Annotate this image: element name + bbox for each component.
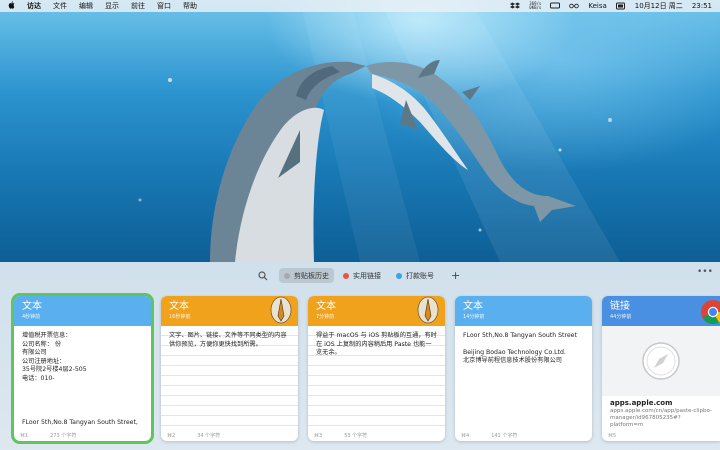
glasses-icon[interactable] [569,2,580,10]
card-char-count: 141 个字符 [491,433,518,439]
tab-label: 剪贴板历史 [294,271,329,280]
content-line: 公司注册地址： [22,357,66,365]
card-content: 增值税开票信息： 公司名称： 份 有限公司 公司注册地址： 35号院2号楼4层2… [14,326,151,434]
menu-app-name[interactable]: 访达 [27,1,41,11]
card-footer: ⌘5 [602,430,720,441]
card-shortcut: ⌘3 [314,432,323,439]
card-time: 4秒钟前 [22,314,41,320]
card-header: 链接 44分钟前 [602,296,720,326]
chrome-icon [701,300,720,325]
battery-icon[interactable] [615,2,626,10]
card-footer: ⌘2 34 个字符 [161,430,298,441]
card-char-count: 273 个字符 [50,433,77,439]
card-time: 44分钟前 [610,314,632,320]
card-header: 文本 7分钟前 [308,296,445,326]
network-stats[interactable]: 369/s 0KB/s [529,2,541,10]
content-line: Beijing Bodao Technology Co.Ltd. [463,348,566,356]
menu-bar: 访达 文件 编辑 显示 前往 窗口 帮助 369/s 0KB/s Keisa 1… [0,0,720,12]
content-line: 35号院2号楼4层2-505 [22,366,87,373]
card-time: 14分钟前 [463,314,485,320]
card-footer: ⌘3 53 个字符 [308,430,445,441]
link-url: apps.apple.com/cn/app/paste-clipbo-manag… [610,408,712,428]
content-line: 增值税开票信息： [22,332,72,339]
card-shortcut: ⌘2 [167,432,176,439]
pen-app-icon [417,296,439,324]
clip-card-1[interactable]: 文本 4秒钟前 增值税开票信息： 公司名称： 份 有限公司 公司注册地址： 35… [11,293,154,444]
tab-useful-links[interactable]: 实用链接 [338,268,386,283]
card-type: 文本 [463,301,483,312]
content-line: 有限公司 [22,349,47,356]
card-content: 文字、图片、链接、文件等不同类型的内容供你预览，方便你更快找到所需。 [161,326,298,426]
card-footer: ⌘1 273 个字符 [14,430,151,441]
apple-menu[interactable] [8,1,15,11]
card-char-count: 53 个字符 [344,433,368,439]
card-header: 文本 4秒钟前 [14,296,151,326]
display-icon[interactable] [550,2,561,10]
clip-card-4[interactable]: 文本 14分钟前 FLoor 5th,No.8 Tangyan South St… [455,296,592,441]
card-footer: ⌘4 141 个字符 [455,430,592,441]
menu-go[interactable]: 前往 [131,1,145,11]
tab-clipboard-history[interactable]: 剪贴板历史 [279,268,334,283]
content-line: 文字、图片、链接、文件等不同类型的内容供你预览，方便你更快找到所需。 [169,332,287,348]
card-content: FLoor 5th,No.8 Tangyan South Street Beij… [455,326,592,372]
link-title: apps.apple.com [610,399,673,407]
tab-label: 实用链接 [353,271,381,280]
download-rate: 0KB/s [529,5,542,10]
safari-compass-icon [642,342,680,380]
menu-window[interactable]: 窗口 [157,1,171,11]
search-icon[interactable] [258,271,268,281]
menu-view[interactable]: 显示 [105,1,119,11]
user-name[interactable]: Keisa [588,2,606,10]
card-char-count: 34 个字符 [197,433,221,439]
menubar-time[interactable]: 23:51 [692,2,712,10]
tab-label: 打款账号 [406,271,434,280]
content-line: 公司名称： 份 [22,340,62,348]
more-options-button[interactable]: ••• [697,267,713,277]
content-line: 得益于 macOS 与 iOS 剪贴板的互通，有时在 iOS 上复制的内容稍后用… [316,332,437,356]
dolphins-illustration [138,0,620,262]
menu-edit[interactable]: 编辑 [79,1,93,11]
add-pinboard-button[interactable]: + [451,269,460,282]
card-shortcut: ⌘1 [20,432,29,439]
card-content: 得益于 macOS 与 iOS 剪贴板的互通，有时在 iOS 上复制的内容稍后用… [308,326,445,426]
menu-file[interactable]: 文件 [53,1,67,11]
content-line: FLoor 5th,No.8 Tangyan South Street, [22,419,138,426]
clip-card-3[interactable]: 文本 7分钟前 得益于 macOS 与 iOS 剪贴板的互通，有时在 iOS 上… [308,296,445,441]
card-shortcut: ⌘4 [461,432,470,439]
card-type: 链接 [610,301,630,312]
tab-payment-accounts[interactable]: 打款账号 [391,268,439,283]
content-line: 电话：010- [22,374,55,382]
desktop-wallpaper [0,0,720,262]
link-preview [602,326,720,396]
clip-card-5[interactable]: 链接 44分钟前 apps.apple.com apps.apple.com/c… [602,296,720,441]
card-header: 文本 14分钟前 [455,296,592,326]
card-type: 文本 [22,301,42,312]
apple-icon [8,1,15,9]
menubar-date[interactable]: 10月12日 周二 [635,1,683,11]
card-header: 文本 16秒钟前 [161,296,298,326]
tab-color-dot [396,272,402,279]
content-line: 北京博导前程信息技术股份有限公司 [463,357,562,364]
content-line: FLoor 5th,No.8 Tangyan South Street [463,332,577,339]
card-shortcut: ⌘5 [608,432,617,439]
menu-help[interactable]: 帮助 [183,1,197,11]
tab-color-dot [284,272,290,279]
dropbox-icon[interactable] [510,2,521,10]
pen-app-icon [270,296,292,324]
clip-card-2[interactable]: 文本 16秒钟前 文字、图片、链接、文件等不同类型的内容供你预览，方便你更快找到… [161,296,298,441]
tab-color-dot [343,272,349,279]
